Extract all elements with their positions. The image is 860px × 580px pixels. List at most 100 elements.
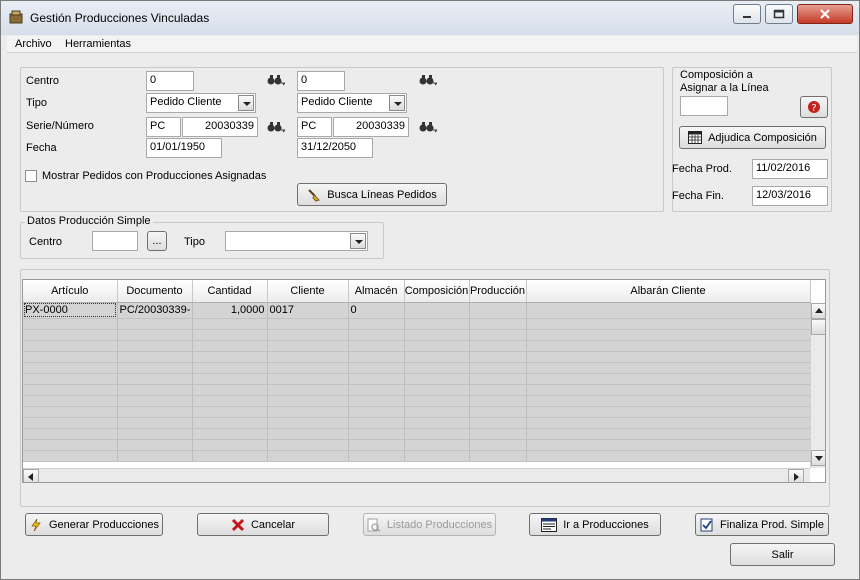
salir-button[interactable]: Salir — [730, 543, 835, 566]
table-cell[interactable] — [192, 318, 268, 330]
fecha-from-field[interactable]: 01/01/1950 — [146, 138, 222, 158]
table-cell[interactable]: PC/20030339- — [117, 302, 193, 319]
table-cell[interactable] — [526, 302, 811, 319]
table-cell[interactable] — [348, 318, 405, 330]
serie-to-field[interactable]: PC — [297, 117, 332, 137]
table-row[interactable] — [23, 362, 811, 374]
fecha-prod-field[interactable]: 11/02/2016 — [752, 159, 828, 179]
chevron-down-icon[interactable] — [389, 95, 405, 111]
table-cell[interactable] — [117, 351, 193, 363]
table-cell[interactable] — [526, 406, 811, 418]
table-cell[interactable] — [526, 395, 811, 407]
table-cell[interactable] — [348, 340, 405, 352]
table-cell[interactable] — [526, 384, 811, 396]
table-cell[interactable] — [348, 362, 405, 374]
chevron-down-icon[interactable] — [238, 95, 254, 111]
table-cell[interactable] — [348, 329, 405, 341]
binoculars-icon[interactable] — [267, 74, 285, 86]
table-cell[interactable] — [404, 406, 470, 418]
table-cell[interactable] — [404, 439, 470, 451]
table-cell[interactable] — [404, 428, 470, 440]
table-cell[interactable] — [23, 351, 118, 363]
table-cell[interactable] — [117, 318, 193, 330]
table-row[interactable] — [23, 318, 811, 330]
table-cell[interactable] — [526, 373, 811, 385]
busca-lineas-button[interactable]: Busca Líneas Pedidos — [297, 183, 447, 206]
table-row[interactable] — [23, 428, 811, 440]
minimize-button[interactable] — [733, 4, 761, 24]
table-cell[interactable] — [23, 417, 118, 429]
scroll-right-button[interactable] — [788, 469, 804, 482]
table-row[interactable] — [23, 384, 811, 396]
table-cell[interactable] — [192, 428, 268, 440]
table-cell[interactable] — [117, 406, 193, 418]
table-cell[interactable] — [526, 351, 811, 363]
close-button[interactable] — [797, 4, 853, 24]
simple-centro-field[interactable] — [92, 231, 138, 251]
table-cell[interactable] — [23, 373, 118, 385]
centro-from-field[interactable]: 0 — [146, 71, 194, 91]
binoculars-icon[interactable] — [419, 74, 437, 86]
table-cell[interactable]: 0017 — [267, 302, 349, 319]
generar-producciones-button[interactable]: Generar Producciones — [25, 513, 163, 536]
table-cell[interactable] — [267, 450, 349, 462]
table-cell[interactable] — [469, 351, 527, 363]
table-cell[interactable] — [469, 373, 527, 385]
table-cell[interactable] — [23, 384, 118, 396]
table-cell[interactable] — [526, 318, 811, 330]
numero-to-field[interactable]: 20030339 — [333, 117, 409, 137]
numero-from-field[interactable]: 20030339 — [182, 117, 258, 137]
column-header[interactable]: Documento — [117, 280, 193, 303]
table-cell[interactable] — [469, 428, 527, 440]
table-cell[interactable] — [526, 340, 811, 352]
table-row[interactable] — [23, 340, 811, 352]
serie-from-field[interactable]: PC — [146, 117, 181, 137]
table-cell[interactable] — [469, 318, 527, 330]
table-cell[interactable] — [267, 318, 349, 330]
table-cell[interactable] — [267, 428, 349, 440]
table-cell[interactable] — [469, 384, 527, 396]
data-grid[interactable]: Artículo Documento Cantidad Cliente Alma… — [22, 279, 826, 483]
table-cell[interactable]: 1,0000 — [192, 302, 268, 319]
menu-archivo[interactable]: Archivo — [15, 38, 52, 50]
table-row[interactable]: PX-0000 PC/20030339- 1,0000 0017 0 — [23, 302, 811, 319]
table-cell[interactable] — [267, 329, 349, 341]
table-cell[interactable] — [267, 362, 349, 374]
table-cell[interactable] — [526, 439, 811, 451]
table-cell[interactable] — [348, 384, 405, 396]
table-row[interactable] — [23, 373, 811, 385]
table-cell[interactable] — [192, 450, 268, 462]
table-cell[interactable] — [404, 351, 470, 363]
table-cell[interactable] — [117, 417, 193, 429]
table-cell[interactable] — [348, 428, 405, 440]
table-cell[interactable] — [267, 384, 349, 396]
table-cell[interactable]: PX-0000 — [23, 302, 118, 319]
menu-herramientas[interactable]: Herramientas — [65, 38, 131, 50]
table-cell[interactable] — [23, 450, 118, 462]
table-cell[interactable] — [23, 318, 118, 330]
adjudica-button[interactable]: Adjudica Composición — [679, 126, 826, 149]
table-cell[interactable] — [404, 417, 470, 429]
binoculars-icon[interactable] — [419, 121, 437, 133]
table-cell[interactable] — [23, 428, 118, 440]
table-cell[interactable] — [404, 373, 470, 385]
table-cell[interactable] — [192, 351, 268, 363]
table-cell[interactable] — [23, 406, 118, 418]
table-cell[interactable] — [469, 406, 527, 418]
tipo-to-select[interactable]: Pedido Cliente — [297, 93, 407, 113]
table-cell[interactable] — [267, 373, 349, 385]
table-cell[interactable] — [117, 450, 193, 462]
scroll-up-button[interactable] — [811, 303, 825, 319]
ir-a-producciones-button[interactable]: Ir a Producciones — [529, 513, 661, 536]
table-cell[interactable] — [404, 395, 470, 407]
scroll-thumb[interactable] — [811, 319, 825, 335]
table-cell[interactable] — [23, 439, 118, 451]
table-cell[interactable] — [117, 373, 193, 385]
table-row[interactable] — [23, 395, 811, 407]
table-cell[interactable] — [348, 439, 405, 451]
table-cell[interactable] — [348, 351, 405, 363]
maximize-button[interactable] — [765, 4, 793, 24]
table-cell[interactable] — [117, 428, 193, 440]
binoculars-icon[interactable] — [267, 121, 285, 133]
table-cell[interactable] — [23, 395, 118, 407]
